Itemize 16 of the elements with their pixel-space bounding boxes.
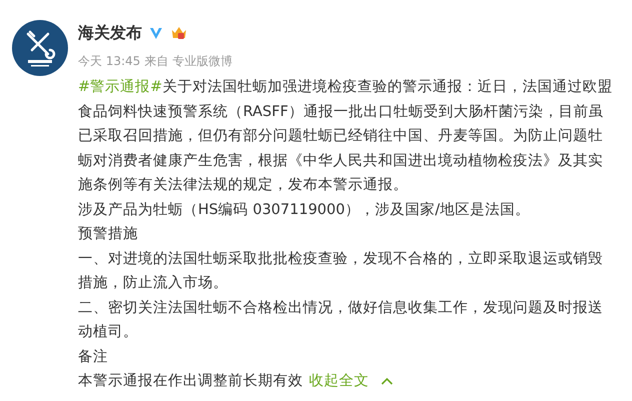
source-link[interactable]: 专业版微博 bbox=[172, 53, 232, 69]
post-paragraph: 涉及产品为牡蛎（HS编码 0307119000），涉及国家/地区是法国。 bbox=[78, 200, 531, 220]
post-paragraph: 备注 bbox=[78, 348, 109, 366]
post-paragraph: 预警措施 bbox=[78, 225, 139, 244]
hashtag-link[interactable]: #警示通报# bbox=[78, 79, 162, 95]
author-name[interactable]: 海关发布 bbox=[78, 23, 142, 43]
post-time[interactable]: 今天 13:45 bbox=[78, 53, 140, 69]
post-paragraph: 二、密切关注法国牡蛎不合格检出情况，做好信息收集工作，发现问题及时报送动植司。 bbox=[78, 298, 604, 342]
post-paragraph: 一、对进境的法国牡蛎采取批批检疫查验，发现不合格的，立即采取退运或销毁措施，防止流入市场。 bbox=[78, 250, 604, 293]
avatar-logo[interactable] bbox=[12, 20, 68, 76]
post-paragraph: #警示通报#关于对法国牡蛎加强进境检疫查验的警示通报：近日，法国通过欧盟食品饲料快速预警系统（RASFF）通报一批出口牡蛎受到大肠杆菌污染，目前虽已采取召回措施，但仍有部分问题牡蛎已经销往中国、丹麦等国。为防止问题牡蛎对消费者健康产生危害，根据《中华人民共和国进出境动植物检疫法》及其实施条例等有关法律法规的规定，发布本警示通报。 bbox=[78, 78, 613, 195]
verified-icon bbox=[148, 25, 164, 41]
caret-up-icon bbox=[381, 377, 393, 386]
source-label: 来自 bbox=[144, 53, 168, 69]
post-text: 本警示通报在作出调整前长期有效 bbox=[78, 372, 303, 391]
collapse-link[interactable]: 收起全文 bbox=[309, 369, 393, 394]
